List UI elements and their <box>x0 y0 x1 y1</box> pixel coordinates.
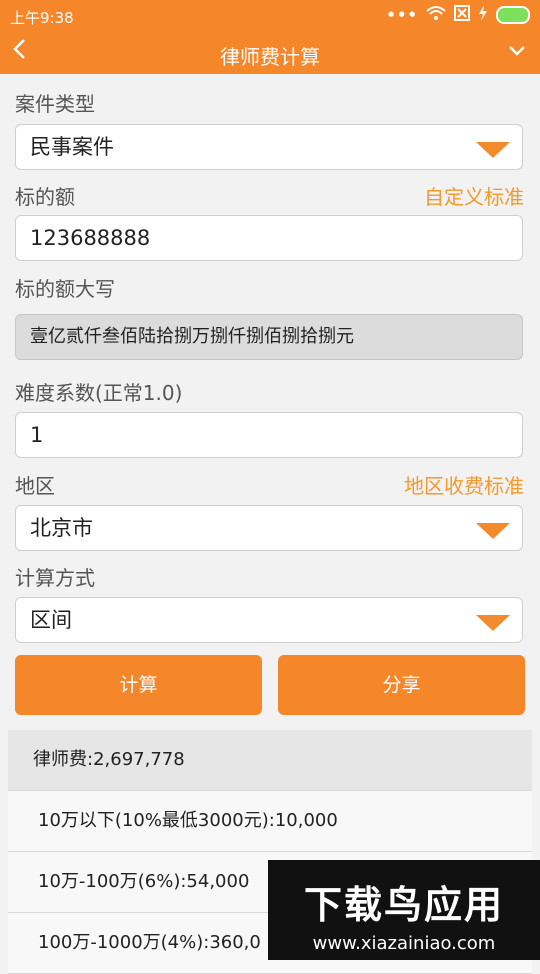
watermark-title: 下载鸟应用 <box>303 883 504 927</box>
chevron-down-icon[interactable] <box>508 42 526 61</box>
total-fee-row: 律师费:2,697,778 <box>8 730 532 791</box>
dropdown-arrow-icon <box>476 142 510 158</box>
method-label: 计算方式 <box>15 566 95 590</box>
custom-standard-link[interactable]: 自定义标准 <box>424 181 524 210</box>
method-value: 区间 <box>30 608 72 632</box>
watermark-logo: 下载鸟应用 www.xiazainiao.com <box>268 860 540 960</box>
region-value: 北京市 <box>30 516 93 540</box>
app-bar: 律师费计算 <box>0 32 540 74</box>
region-select[interactable]: 北京市 <box>15 505 523 551</box>
status-time: 上午9:38 <box>10 9 74 27</box>
case-type-label: 案件类型 <box>15 92 95 116</box>
sim-icon <box>454 5 470 25</box>
page-title: 律师费计算 <box>220 45 320 69</box>
case-type-select[interactable]: 民事案件 <box>15 124 523 170</box>
status-bar: 上午9:38 ••• <box>0 0 540 32</box>
coefficient-label: 难度系数(正常1.0) <box>15 381 183 405</box>
notification-dots: ••• <box>386 6 418 24</box>
amount-upper-field: 壹亿贰仟叁佰陆拾捌万捌仟捌佰捌拾捌元 <box>15 314 523 360</box>
battery-icon <box>496 6 530 24</box>
wifi-icon <box>426 5 446 25</box>
coefficient-input[interactable]: 1 <box>15 412 523 458</box>
amount-label: 标的额 <box>15 185 75 209</box>
list-item: 10万以下(10%最低3000元):10,000 <box>8 791 532 852</box>
watermark-url: www.xiazainiao.com <box>312 933 496 954</box>
amount-input[interactable]: 123688888 <box>15 215 523 261</box>
dropdown-arrow-icon <box>476 523 510 539</box>
case-type-value: 民事案件 <box>30 135 114 159</box>
region-standard-link[interactable]: 地区收费标准 <box>404 470 524 499</box>
dropdown-arrow-icon <box>476 615 510 631</box>
share-button[interactable]: 分享 <box>278 655 525 715</box>
charging-icon <box>478 5 488 25</box>
method-select[interactable]: 区间 <box>15 597 523 643</box>
calculate-button[interactable]: 计算 <box>15 655 262 715</box>
status-icons: ••• <box>386 5 530 25</box>
amount-upper-label: 标的额大写 <box>15 277 115 301</box>
region-label: 地区 <box>15 474 55 498</box>
